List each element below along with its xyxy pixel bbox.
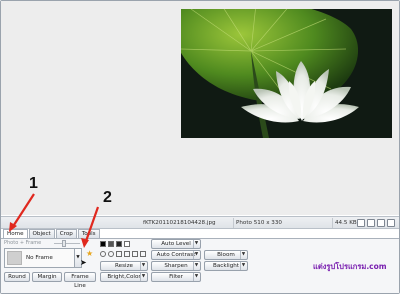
flip-vertical-icon[interactable]	[124, 251, 130, 257]
sharpen-button[interactable]: Sharpen ▼	[151, 261, 201, 271]
mirror-icon[interactable]	[132, 251, 138, 257]
color-gray-icon[interactable]	[108, 241, 114, 247]
sharpen-arrow-icon[interactable]: ▼	[193, 262, 199, 270]
frame-selected-value: No Frame	[26, 255, 53, 261]
frame-line-button[interactable]: Frame Line	[64, 272, 96, 289]
photo-frame-label: Photo + Frame	[4, 240, 42, 246]
annotation-number-1: 1	[29, 175, 38, 192]
filter-button[interactable]: Filter ▼	[151, 272, 201, 282]
frame-preview	[7, 251, 22, 265]
bright-color-arrow-icon[interactable]: ▼	[140, 273, 146, 281]
auto-contrast-label: Auto Contrast	[156, 252, 196, 258]
round-button[interactable]: Round	[4, 272, 30, 282]
lotus-photo	[181, 9, 392, 138]
flip-horizontal-icon[interactable]	[116, 251, 122, 257]
status-photo-info: Photo 510 x 330	[233, 218, 284, 228]
actual-size-icon[interactable]	[377, 219, 385, 227]
backlight-label: Backlight	[213, 263, 239, 269]
auto-level-arrow-icon[interactable]: ▼	[193, 240, 199, 248]
rotate-left-icon[interactable]	[100, 251, 106, 257]
tab-object[interactable]: Object	[28, 229, 55, 238]
color-white-icon[interactable]	[124, 241, 130, 247]
tab-crop[interactable]: Crop	[55, 229, 77, 238]
frame-slider-handle[interactable]	[62, 240, 66, 247]
color-dark-icon[interactable]	[116, 241, 122, 247]
favorite-star-icon[interactable]: ★	[86, 249, 93, 258]
resize-arrow-icon[interactable]: ▼	[140, 262, 146, 270]
status-filename: fKTK20110218104428.jpg	[143, 220, 216, 226]
tab-home[interactable]: Home	[3, 229, 28, 238]
filter-arrow-icon[interactable]: ▼	[193, 273, 199, 281]
resize-button[interactable]: Resize ▼	[100, 261, 148, 271]
zoom-in-icon[interactable]	[357, 219, 365, 227]
bloom-button[interactable]: Bloom ▼	[204, 250, 248, 260]
frame-slider-track[interactable]	[54, 243, 80, 244]
undo-icon[interactable]	[140, 251, 146, 257]
zoom-out-icon[interactable]	[387, 219, 395, 227]
auto-contrast-button[interactable]: Auto Contrast ▼	[151, 250, 201, 260]
ribbon-tabs: Home Object Crop Tools	[3, 229, 101, 238]
photo-frame-header: Photo + Frame	[4, 240, 94, 247]
frame-dropdown[interactable]: No Frame ▼	[4, 248, 82, 268]
margin-button[interactable]: Margin	[32, 272, 62, 282]
auto-level-button[interactable]: Auto Level ▼	[151, 239, 201, 249]
site-watermark: แต่งรูปโปรแกรม.com	[313, 262, 387, 271]
fit-window-icon[interactable]	[367, 219, 375, 227]
filter-label: Filter	[169, 274, 183, 280]
auto-contrast-arrow-icon[interactable]: ▼	[193, 251, 199, 259]
bright-color-button[interactable]: Bright,Color ▼	[100, 272, 148, 282]
tab-tools[interactable]: Tools	[77, 229, 100, 238]
mouse-pointer-icon: ➤	[80, 258, 87, 267]
auto-level-label: Auto Level	[161, 241, 191, 247]
backlight-arrow-icon[interactable]: ▼	[240, 262, 246, 270]
bloom-label: Bloom	[217, 252, 235, 258]
color-black-icon[interactable]	[100, 241, 106, 247]
backlight-button[interactable]: Backlight ▼	[204, 261, 248, 271]
sharpen-label: Sharpen	[164, 263, 188, 269]
status-bar: fKTK20110218104428.jpg Photo 510 x 330 4…	[1, 216, 399, 229]
resize-label: Resize	[115, 263, 133, 269]
annotation-number-2: 2	[103, 189, 112, 206]
bloom-arrow-icon[interactable]: ▼	[240, 251, 246, 259]
bright-color-label: Bright,Color	[107, 274, 141, 280]
status-file-size: 44.5 KB	[332, 218, 359, 228]
rotate-right-icon[interactable]	[108, 251, 114, 257]
